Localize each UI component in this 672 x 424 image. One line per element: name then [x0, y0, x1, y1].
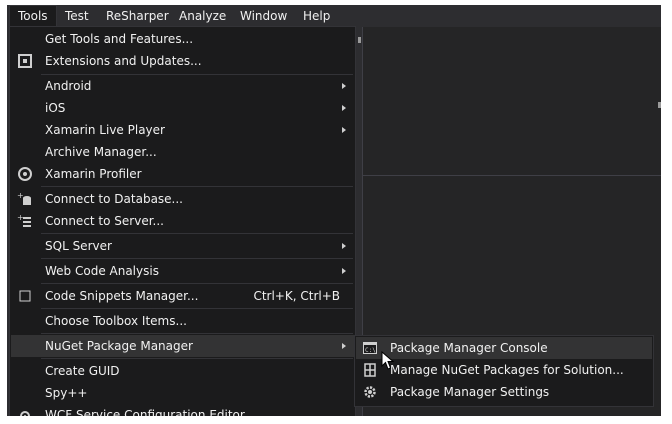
nuget-submenu: C:\ Package Manager Console Manage NuGet…	[354, 335, 654, 407]
menu-item-package-manager-console[interactable]: C:\ Package Manager Console	[356, 337, 652, 359]
menu-item-sql-server[interactable]: SQL Server	[11, 235, 354, 257]
menu-resharper[interactable]: ReSharper	[98, 5, 177, 27]
menu-item-label: Xamarin Profiler	[45, 167, 142, 181]
menu-separator	[41, 186, 353, 187]
svg-text:C:\: C:\	[365, 347, 376, 354]
menu-item-label: Package Manager Settings	[390, 385, 550, 399]
menu-item-spy[interactable]: Spy++	[11, 382, 354, 404]
scroll-marker	[358, 37, 361, 43]
submenu-arrow-icon	[342, 268, 346, 274]
menu-item-xamarin-profiler[interactable]: Xamarin Profiler	[11, 163, 354, 185]
menu-item-android[interactable]: Android	[11, 75, 354, 97]
scroll-marker	[658, 102, 661, 108]
menu-item-label: WCF Service Configuration Editor	[45, 408, 245, 416]
menu-item-connect-server[interactable]: + Connect to Server...	[11, 210, 354, 232]
menu-item-label: Choose Toolbox Items...	[45, 314, 187, 328]
menu-separator	[41, 258, 353, 259]
menu-window[interactable]: Window	[232, 5, 295, 27]
server-icon: +	[17, 213, 33, 229]
menu-bar: Tools Test ReSharper Analyze Window Help	[7, 5, 661, 27]
menu-item-package-manager-settings[interactable]: Package Manager Settings	[356, 381, 652, 403]
menu-item-label: SQL Server	[45, 239, 112, 253]
menu-separator	[41, 358, 353, 359]
menu-item-archive-manager[interactable]: Archive Manager...	[11, 141, 354, 163]
menu-item-label: Manage NuGet Packages for Solution...	[390, 363, 624, 377]
submenu-arrow-icon	[342, 83, 346, 89]
menu-item-extensions[interactable]: Extensions and Updates...	[11, 50, 354, 72]
menu-item-label: Extensions and Updates...	[45, 54, 202, 68]
menu-item-label: Code Snippets Manager...	[45, 289, 199, 303]
menu-separator	[41, 233, 353, 234]
menu-item-ios[interactable]: iOS	[11, 97, 354, 119]
menu-item-label: NuGet Package Manager	[45, 339, 193, 353]
database-icon: +	[17, 191, 33, 207]
tools-menu: Get Tools and Features... Extensions and…	[9, 26, 356, 416]
menu-item-get-tools[interactable]: Get Tools and Features...	[11, 28, 354, 50]
menu-item-label: Web Code Analysis	[45, 264, 159, 278]
menu-item-create-guid[interactable]: Create GUID	[11, 360, 354, 382]
shortcut-text: Ctrl+K, Ctrl+B	[253, 289, 340, 303]
menu-item-label: Connect to Database...	[45, 192, 183, 206]
menu-separator	[41, 333, 353, 334]
menu-item-label: Create GUID	[45, 364, 120, 378]
menu-item-wcf-editor[interactable]: WCF Service Configuration Editor	[11, 404, 354, 416]
menu-item-label: Package Manager Console	[390, 341, 548, 355]
gear-icon	[17, 407, 33, 416]
checkbox-icon	[17, 288, 33, 304]
menu-item-web-code-analysis[interactable]: Web Code Analysis	[11, 260, 354, 282]
menu-help[interactable]: Help	[295, 5, 338, 27]
gear-icon	[362, 384, 378, 400]
console-icon: C:\	[362, 340, 378, 356]
mouse-cursor-icon	[381, 351, 395, 370]
menu-item-label: Connect to Server...	[45, 214, 164, 228]
extensions-icon	[17, 53, 33, 69]
menu-item-label: Android	[45, 79, 92, 93]
ide-window: Tools Test ReSharper Analyze Window Help…	[7, 5, 661, 416]
submenu-arrow-icon	[342, 105, 346, 111]
menu-separator	[41, 308, 353, 309]
menu-item-label: Spy++	[45, 386, 88, 400]
submenu-arrow-icon	[342, 243, 346, 249]
profiler-icon	[17, 166, 33, 182]
svg-text:+: +	[17, 213, 24, 222]
menu-item-label: Get Tools and Features...	[45, 32, 194, 46]
menu-item-label: Xamarin Live Player	[45, 123, 165, 137]
menu-test[interactable]: Test	[57, 5, 97, 27]
menu-item-xamarin-live-player[interactable]: Xamarin Live Player	[11, 119, 354, 141]
nuget-packages-icon	[362, 362, 378, 378]
menu-separator	[41, 283, 353, 284]
menu-item-connect-database[interactable]: + Connect to Database...	[11, 188, 354, 210]
menu-item-nuget[interactable]: NuGet Package Manager	[11, 335, 354, 357]
menu-item-label: iOS	[45, 101, 66, 115]
menu-item-choose-toolbox[interactable]: Choose Toolbox Items...	[11, 310, 354, 332]
panel-divider	[362, 175, 661, 176]
menu-tools[interactable]: Tools	[9, 5, 57, 27]
submenu-arrow-icon	[342, 343, 346, 349]
submenu-arrow-icon	[342, 127, 346, 133]
menu-item-label: Archive Manager...	[45, 145, 157, 159]
menu-analyze[interactable]: Analyze	[171, 5, 234, 27]
svg-text:+: +	[17, 191, 24, 200]
menu-item-manage-nuget[interactable]: Manage NuGet Packages for Solution...	[356, 359, 652, 381]
menu-item-code-snippets[interactable]: Code Snippets Manager... Ctrl+K, Ctrl+B	[11, 285, 354, 307]
